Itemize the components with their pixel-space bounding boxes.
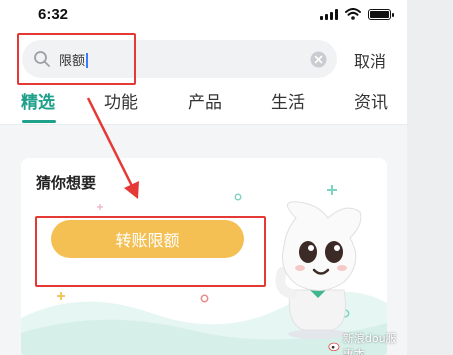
- tab-functions[interactable]: 功能: [104, 88, 138, 113]
- signal-icon: [320, 8, 338, 20]
- tab-news[interactable]: 资讯: [354, 88, 388, 113]
- ring-sparkle-icon: [200, 294, 209, 303]
- tab-life[interactable]: 生活: [271, 88, 305, 113]
- ring-sparkle-icon: [234, 193, 242, 201]
- wifi-icon: [345, 8, 361, 20]
- clear-icon[interactable]: [310, 51, 327, 68]
- search-highlight-box: [17, 33, 136, 85]
- tab-products[interactable]: 产品: [188, 88, 222, 113]
- weibo-icon: [328, 342, 340, 351]
- background-strip: [407, 0, 453, 355]
- mascot-illustration: [275, 201, 362, 339]
- active-tab-indicator: [22, 120, 56, 123]
- plus-sparkle-icon: [57, 292, 65, 300]
- card-title: 猜你想要: [36, 174, 97, 192]
- tab-bar: 精选 功能 产品 生活 资讯: [0, 88, 407, 126]
- status-icons: [320, 8, 394, 20]
- button-highlight-box: [35, 216, 266, 287]
- tab-featured[interactable]: 精选: [21, 88, 55, 113]
- watermark-text: 新浪dou服惠本: [342, 332, 397, 355]
- watermark: 新浪dou服惠本: [328, 330, 407, 355]
- status-time: 6:32: [38, 6, 69, 23]
- phone-screen: 6:32 限额 取消 精选 功能 产品 生活 资讯 猜你想要 转账限额 新浪do…: [0, 0, 407, 355]
- battery-icon: [368, 8, 394, 20]
- cancel-button[interactable]: 取消: [354, 48, 386, 72]
- dot-sparkle-icon: [97, 204, 103, 210]
